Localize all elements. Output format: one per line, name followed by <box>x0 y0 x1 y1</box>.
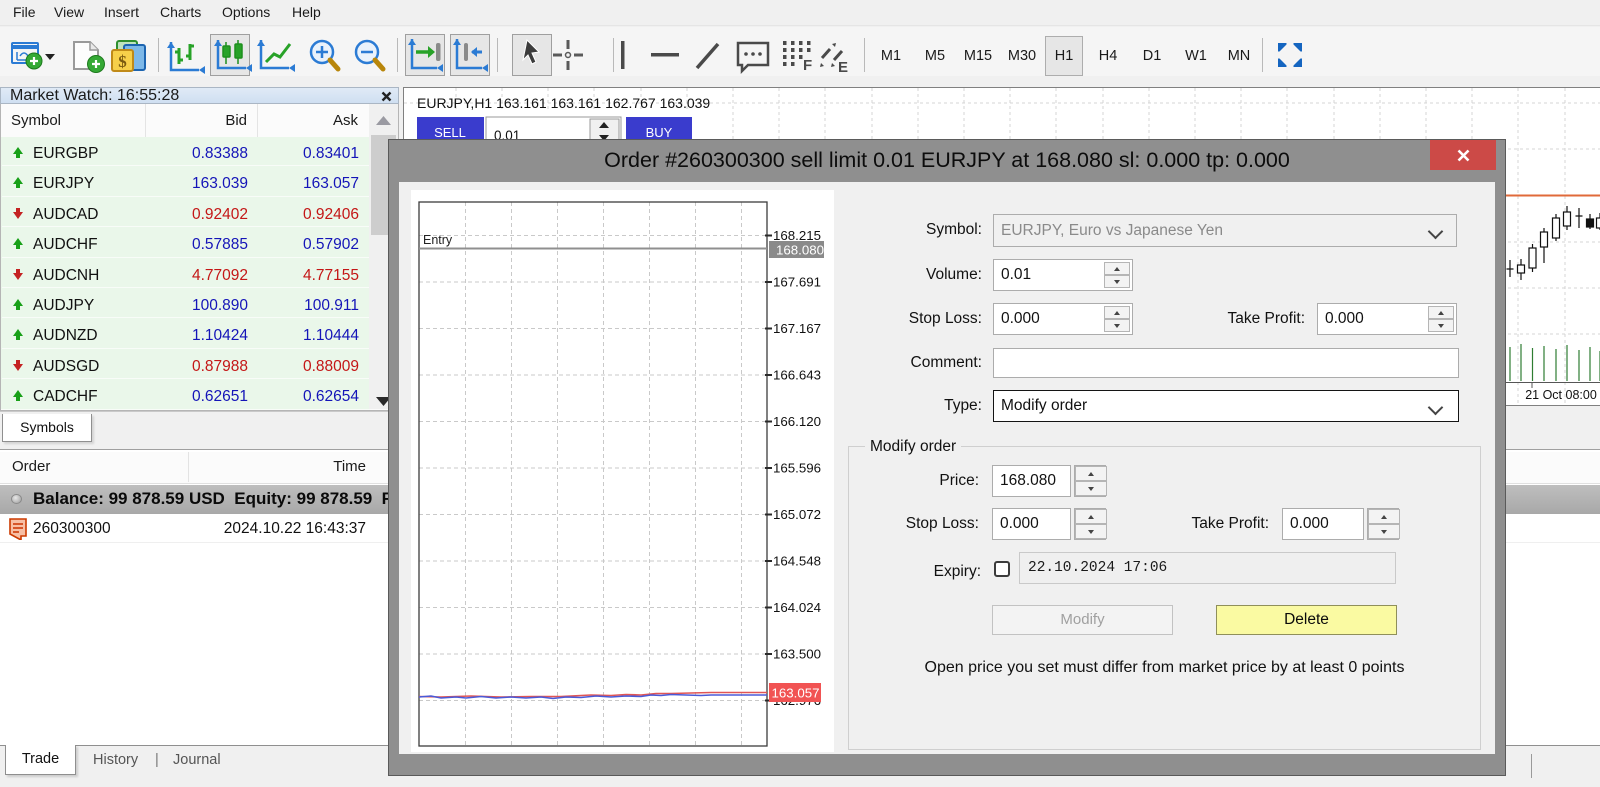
svg-text:Entry: Entry <box>423 233 453 247</box>
svg-text:BUY: BUY <box>646 125 673 140</box>
svg-text:163.057: 163.057 <box>772 686 820 701</box>
svg-text:165.072: 165.072 <box>773 507 821 522</box>
svg-text:21 Oct 08:00: 21 Oct 08:00 <box>1525 388 1597 402</box>
svg-text:167.167: 167.167 <box>773 321 821 336</box>
svg-text:165.596: 165.596 <box>773 461 821 476</box>
svg-text:EURJPY,H1 163.161 163.161 16: EURJPY,H1 163.161 163.161 162.767 163.03… <box>417 95 710 111</box>
svg-text:168.215: 168.215 <box>773 228 821 243</box>
svg-text:$: $ <box>118 52 127 71</box>
svg-text:164.024: 164.024 <box>773 600 821 615</box>
svg-text:167.691: 167.691 <box>773 275 821 290</box>
svg-text:166.120: 166.120 <box>773 414 821 429</box>
svg-text:166.643: 166.643 <box>773 368 821 383</box>
svg-text:164.548: 164.548 <box>773 554 821 569</box>
svg-text:163.500: 163.500 <box>773 647 821 662</box>
svg-text:E: E <box>838 59 848 76</box>
svg-text:F: F <box>803 57 812 74</box>
svg-text:168.080: 168.080 <box>776 243 824 258</box>
svg-text:SELL: SELL <box>434 125 466 140</box>
